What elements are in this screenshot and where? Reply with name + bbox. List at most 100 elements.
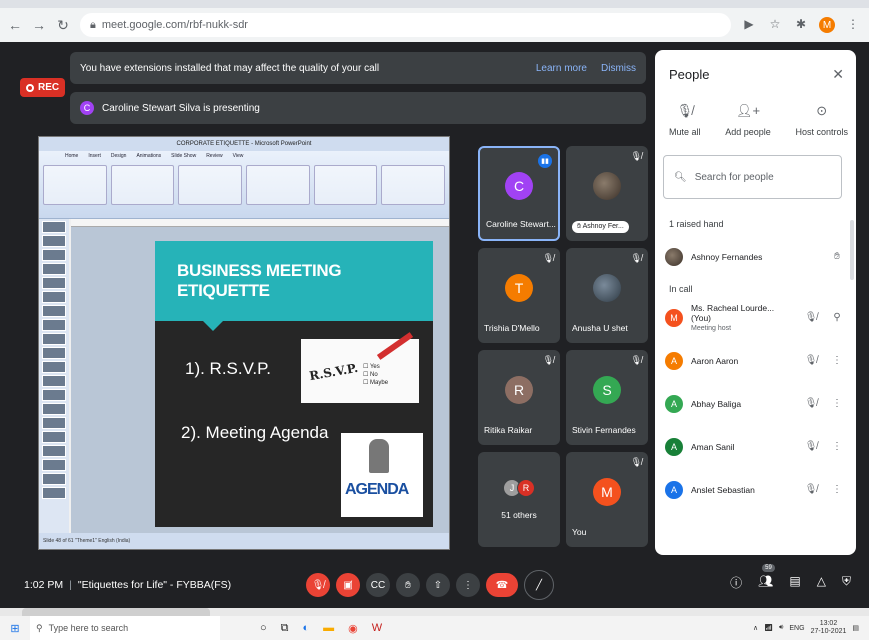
raised-hand-name: ✋︎ Ashnoy Fer... [572,221,629,233]
ppt-tab: Review [206,153,223,159]
search-icon: 🔍︎ [674,171,687,183]
dismiss-button[interactable]: Dismiss [601,63,636,74]
extensions-icon[interactable]: ✱ [793,17,809,33]
slide-thumbnail [42,389,66,401]
person-row[interactable]: M Ms. Racheal Lourde... (You) Meeting ho… [655,296,856,339]
slide-thumbnail [42,263,66,275]
avatar: T [505,273,533,302]
avatar-photo [593,171,621,200]
cortana-icon[interactable]: ○ [260,622,267,635]
camera-off-button[interactable]: ▣̸ [336,573,360,597]
menu-icon[interactable]: ⋮ [845,17,861,33]
person-row[interactable]: A Abhay Baliga 🎙︎̸ ⋮ [655,382,856,425]
avatar: M [665,308,683,327]
participant-tile[interactable]: 🎙︎̸ ✋︎ Ashnoy Fer... [566,146,648,241]
self-tile[interactable]: 🎙︎̸ M You [566,452,648,547]
participant-tile[interactable]: ▮▮ C Caroline Stewart... [478,146,560,241]
more-options-icon[interactable]: ⋮ [828,484,846,495]
agenda-image: AGENDA [341,433,423,517]
more-options-button[interactable]: ⋮ [456,573,480,597]
chat-icon[interactable]: ▤ [789,574,800,591]
camera-icon[interactable]: ▶ [741,17,757,33]
participant-tile[interactable]: 🎙︎̸ S Stivin Fernandes [566,350,648,445]
more-options-icon[interactable]: ⋮ [828,441,846,452]
slide-thumbnail [42,333,66,345]
tooltip-ring: ╱ [524,570,554,600]
ribbon-group [43,165,107,205]
word-icon[interactable]: W [372,622,382,635]
person-row[interactable]: A Aaron Aaron 🎙︎̸ ⋮ [655,339,856,382]
panel-scrollbar[interactable] [850,220,854,280]
reload-icon[interactable]: ↻ [56,17,70,34]
info-icon[interactable]: ⓘ [730,574,742,591]
tab-strip [0,0,869,8]
search-placeholder: Search for people [694,171,774,183]
person-row[interactable]: A Anslet Sebastian 🎙︎̸ ⋮ [655,468,856,511]
notifications-icon[interactable]: ▤ [852,624,859,632]
mic-off-icon[interactable]: 🎙︎̸ [802,398,820,409]
captions-button[interactable]: CC [366,573,390,597]
leave-call-button[interactable]: ☎︎ [486,573,518,597]
mic-off-icon[interactable]: 🎙︎̸ [802,355,820,366]
network-icon[interactable]: 📶︎ [764,624,773,632]
more-options-icon[interactable]: ⋮ [828,398,846,409]
participant-tile[interactable]: 🎙︎̸ R Ritika Raikar [478,350,560,445]
volume-icon[interactable]: 🔊︎ [779,624,783,632]
mute-all-button[interactable]: 🎙︎̸ Mute all [669,103,701,137]
chrome-icon[interactable]: ◉ [348,622,358,635]
slide-thumbnail [42,305,66,317]
people-button[interactable]: 👥︎ 59 [758,564,775,591]
star-icon[interactable]: ☆ [767,17,783,33]
mic-off-button[interactable]: 🎙︎̸ [306,573,330,597]
participant-tile[interactable]: 🎙︎̸ T Trishia D'Mello [478,248,560,343]
participant-name: Ashnoy Fer... [582,223,624,230]
present-button[interactable]: ⇧ [426,573,450,597]
more-options-icon[interactable]: ⋮ [828,355,846,366]
mic-off-icon[interactable]: 🎙︎̸ [802,484,820,495]
people-icon: 👥︎ [758,574,774,588]
mic-off-icon: 🎙︎̸ [542,355,554,365]
profile-avatar[interactable]: M [819,17,835,33]
forward-icon[interactable]: → [32,17,46,33]
person-row[interactable]: Ashnoy Fernandes ✋︎ [655,235,856,278]
raise-hand-button[interactable]: ✋︎ [396,573,420,597]
activities-icon[interactable]: △ [817,574,826,591]
close-icon[interactable]: ✕ [832,66,844,83]
host-controls-button[interactable]: ⊙ Host controls [795,103,848,137]
person-row[interactable]: A Aman Sanil 🎙︎̸ ⋮ [655,425,856,468]
add-people-button[interactable]: 👤︎+ Add people [725,103,771,137]
task-view-icon[interactable]: ⧉ [281,622,289,635]
window-thumbnail [22,608,210,616]
slide-thumbnail [42,459,66,471]
address-bar[interactable]: 🔒︎ meet.google.com/rbf-nukk-sdr [80,13,731,37]
presenter-avatar: C [80,101,94,115]
panel-title: People [669,67,710,82]
slide-thumbnail [42,445,66,457]
participant-tile[interactable]: 🎙︎̸ Anusha U shet [566,248,648,343]
action-label: Add people [725,127,771,137]
raised-hand-icon[interactable]: ✋︎ [828,251,846,262]
taskbar-search[interactable]: ⚲ Type here to search [30,616,220,640]
slide-thumbnail [42,249,66,261]
mic-off-icon[interactable]: 🎙︎̸ [802,441,820,452]
edge-icon[interactable]: ◐ [303,622,310,635]
host-controls-icon[interactable]: ⛨ [842,574,851,591]
language-indicator[interactable]: ENG [789,625,804,632]
mic-off-icon[interactable]: 🎙︎̸ [802,312,820,323]
ribbon-group [313,165,378,205]
ribbon-group [246,165,310,205]
rsvp-option: Maybe [370,380,389,386]
ribbon-group [381,165,446,205]
people-search-input[interactable]: 🔍︎ Search for people [663,155,842,199]
back-icon[interactable]: ← [8,17,22,33]
windows-start-icon[interactable]: ⊞ [0,622,30,635]
clock[interactable]: 13:02 27-10-2021 [811,620,847,636]
file-explorer-icon[interactable]: ▬ [323,622,334,635]
others-tile[interactable]: J R 51 others [478,452,560,547]
learn-more-link[interactable]: Learn more [536,63,587,74]
speaking-icon: ▮▮ [538,154,552,168]
mic-off-icon: 🎙︎̸ [630,457,642,467]
participant-name: Stivin Fernandes [572,425,636,435]
pin-icon[interactable]: ⚲ [828,312,846,323]
tray-chevron-icon[interactable]: ∧ [753,624,758,632]
